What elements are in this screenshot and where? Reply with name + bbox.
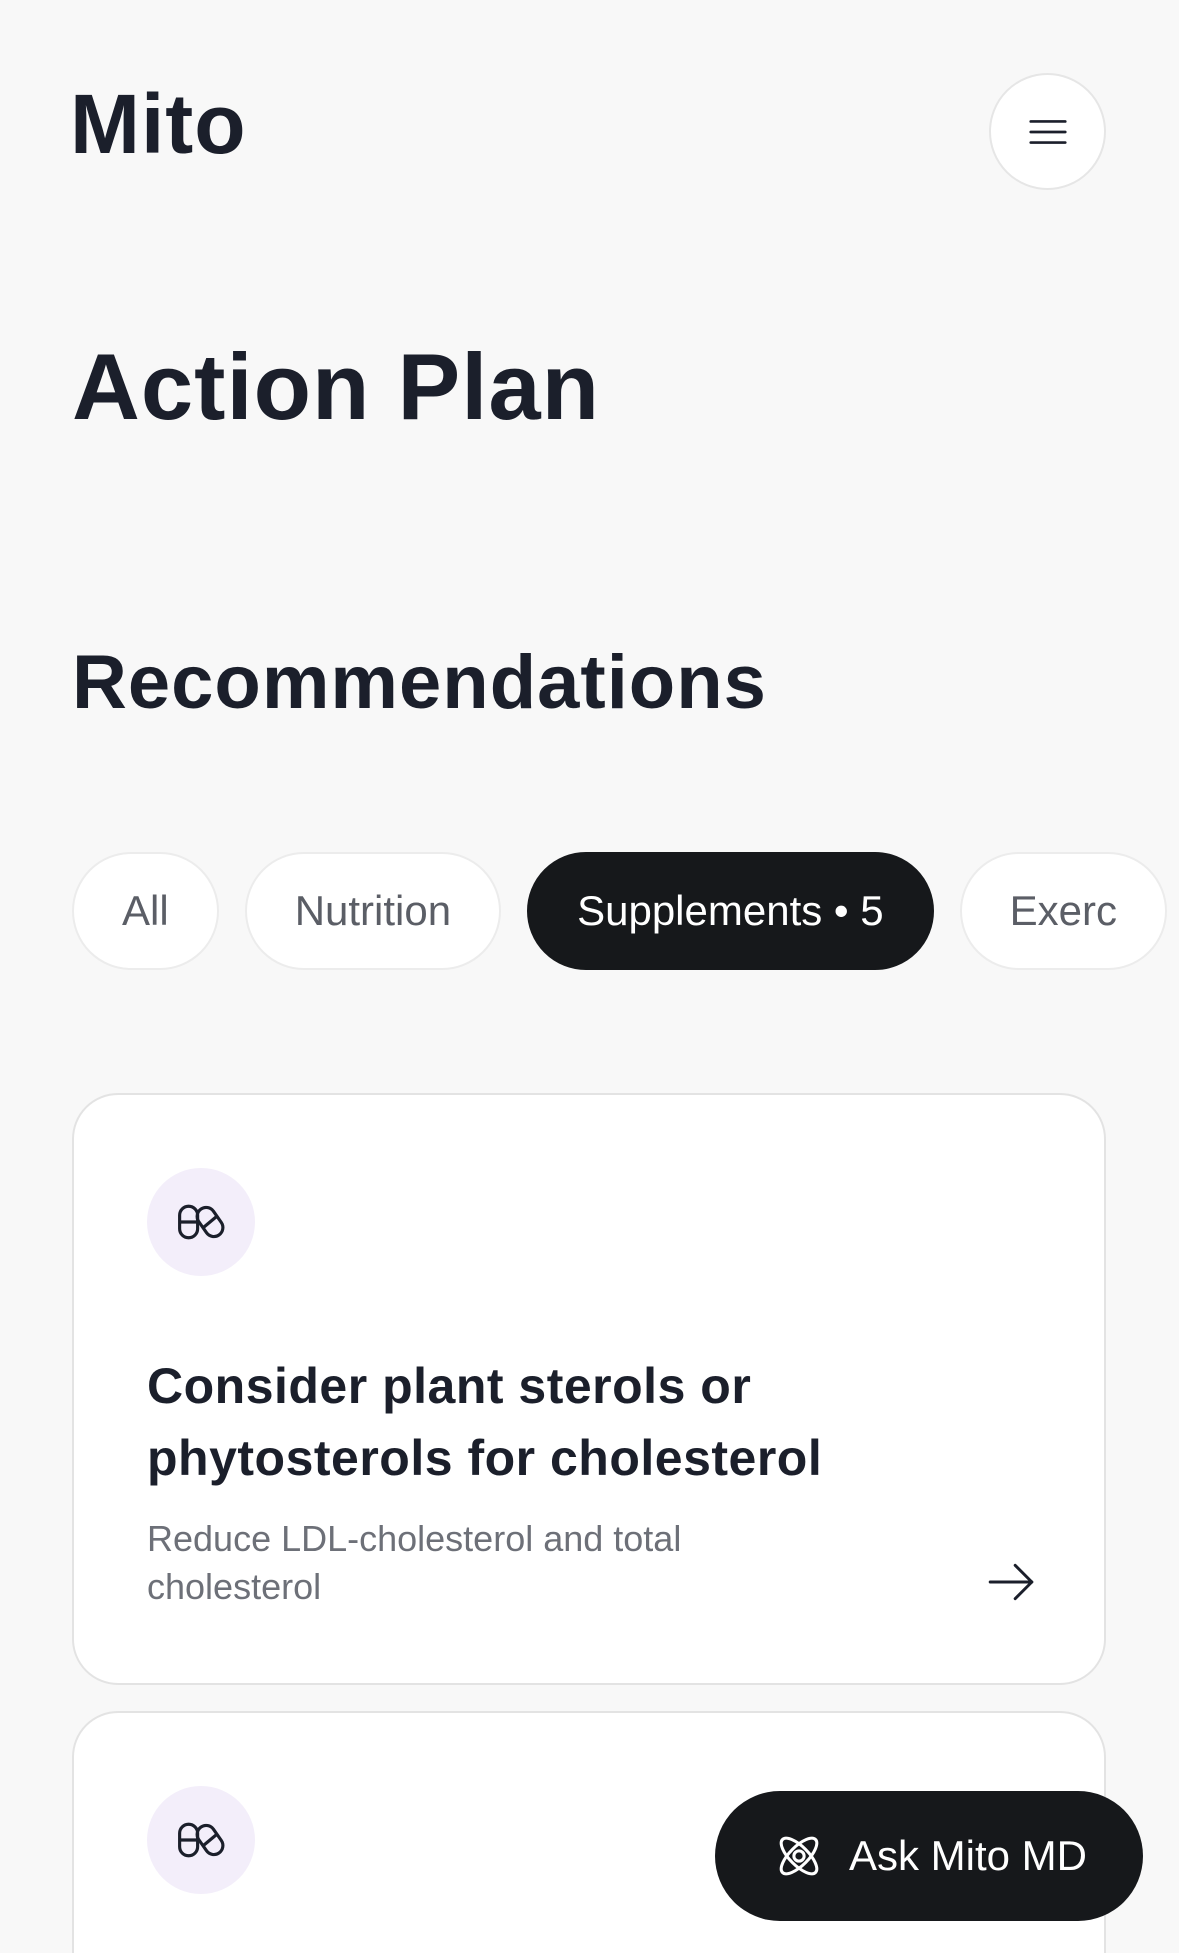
chip-exercise[interactable]: Exerc bbox=[959, 852, 1168, 970]
card-subtitle: Reduce LDL-cholesterol and total cholest… bbox=[147, 1518, 682, 1607]
pill-badge bbox=[147, 1168, 255, 1276]
ask-button-label: Ask Mito MD bbox=[848, 1832, 1087, 1879]
chip-all[interactable]: All bbox=[72, 852, 219, 970]
atom-icon bbox=[779, 1836, 819, 1876]
filter-chips: All Nutrition Supplements • 5 Exerc bbox=[72, 852, 1168, 970]
section-title: Recommendations bbox=[72, 640, 767, 725]
chip-nutrition[interactable]: Nutrition bbox=[244, 852, 502, 970]
menu-button[interactable] bbox=[989, 73, 1106, 190]
card-title: Consider plant sterols or phytosterols f… bbox=[147, 1358, 823, 1486]
arrow-right-icon[interactable] bbox=[986, 1557, 1036, 1607]
chip-supplements[interactable]: Supplements • 5 bbox=[527, 852, 934, 970]
ask-mito-md-button[interactable]: Ask Mito MD bbox=[715, 1791, 1143, 1921]
pill-capsule-icon bbox=[178, 1822, 225, 1858]
app-logo: Mito bbox=[70, 77, 247, 171]
pill-badge bbox=[147, 1786, 255, 1894]
pill-capsule-icon bbox=[178, 1204, 225, 1240]
page-title: Action Plan bbox=[72, 334, 601, 439]
recommendation-card[interactable]: Consider plant sterols or phytosterols f… bbox=[72, 1093, 1106, 1685]
page: Mito Action Plan Recommendations All Nut… bbox=[0, 0, 1179, 1953]
hamburger-menu-icon bbox=[1028, 119, 1067, 144]
